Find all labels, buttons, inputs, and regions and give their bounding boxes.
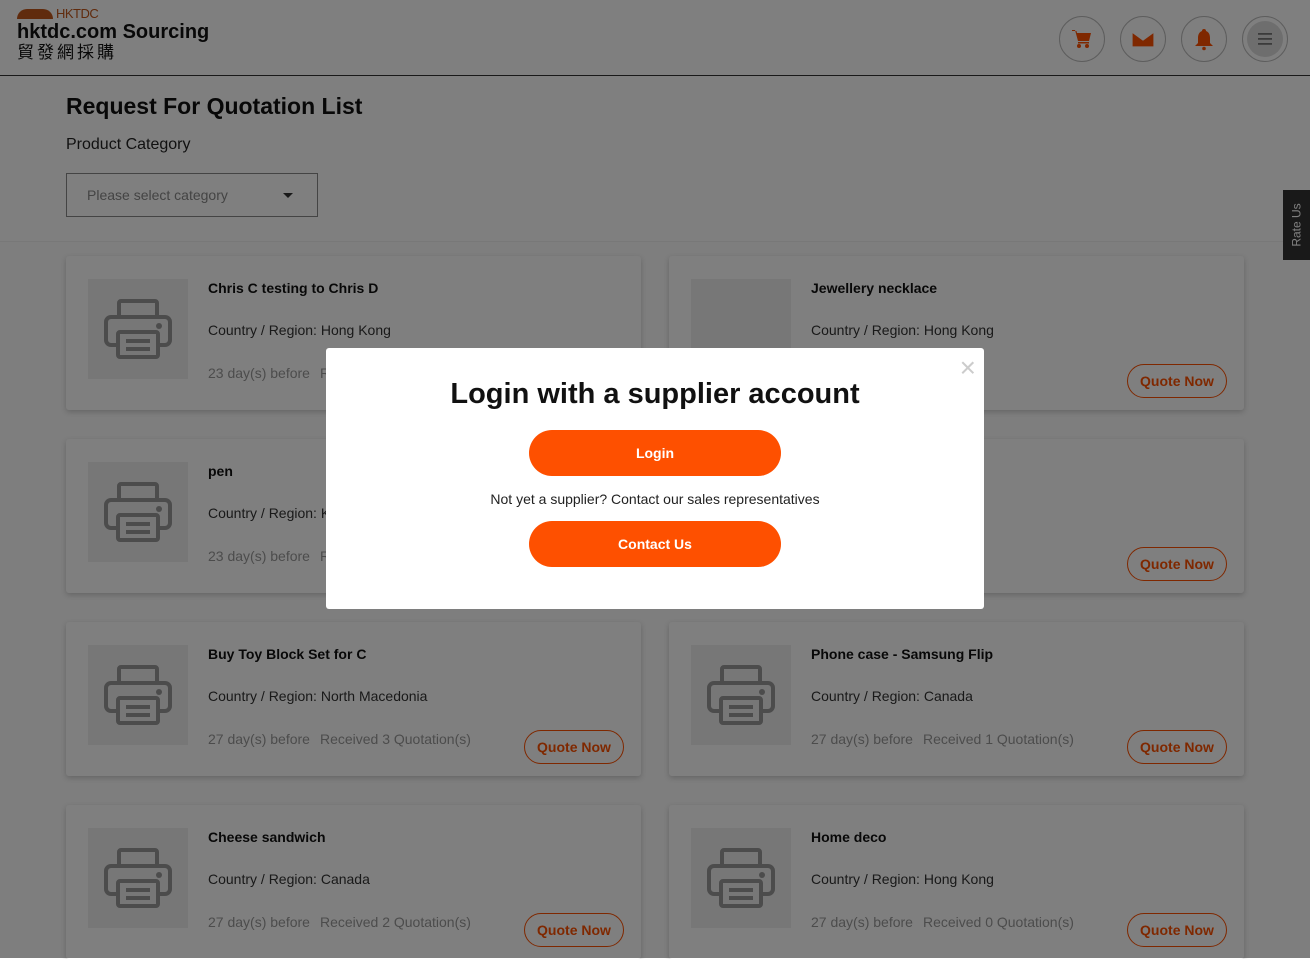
contact-us-button[interactable]: Contact Us	[529, 521, 781, 567]
login-button[interactable]: Login	[529, 430, 781, 476]
login-modal: × Login with a supplier account Login No…	[326, 348, 984, 609]
modal-note: Not yet a supplier? Contact our sales re…	[490, 491, 820, 507]
modal-title: Login with a supplier account	[450, 378, 860, 410]
